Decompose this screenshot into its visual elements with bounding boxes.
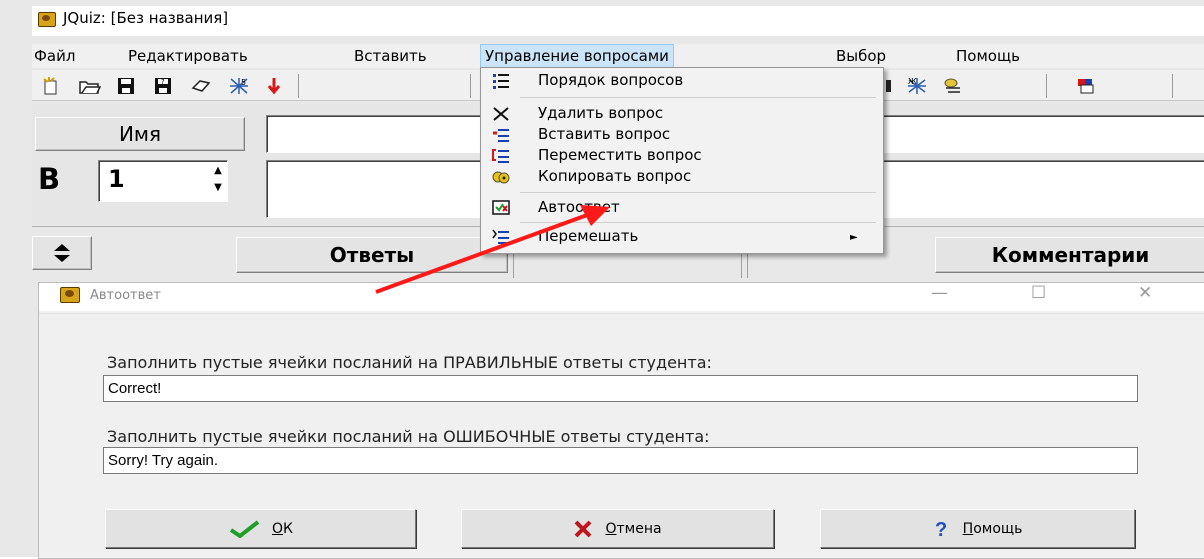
cancel-button[interactable]: Отмена	[461, 509, 774, 548]
help-label: омощь	[973, 520, 1023, 537]
minimize-icon[interactable]: —	[931, 283, 948, 303]
checkmark-icon	[229, 519, 260, 538]
dialog-title: Автоответ	[90, 288, 161, 303]
wrong-answers-input[interactable]	[104, 448, 1137, 473]
menu-item-label: Переместить вопрос	[538, 146, 702, 164]
colors-icon[interactable]	[1076, 76, 1096, 96]
insert-question-icon	[492, 126, 510, 144]
svg-text:?: ?	[935, 519, 947, 539]
red-down-arrow-icon[interactable]	[264, 76, 284, 96]
save-as-icon[interactable]: ?	[153, 76, 173, 96]
menu-item-label: Удалить вопрос	[538, 104, 664, 122]
svg-text:?: ?	[161, 78, 165, 86]
menu-separator	[520, 192, 876, 193]
key-web-icon[interactable]	[942, 76, 962, 96]
dialog-title-bar	[39, 283, 1204, 311]
help-accel: П	[962, 520, 974, 537]
web-export-icon[interactable]: 5	[228, 76, 248, 96]
menu-separator	[520, 222, 876, 223]
menu-item-copy-question[interactable]: Копировать вопрос	[482, 166, 880, 188]
menu-item-label: Перемешать	[538, 227, 639, 245]
cancel-x-icon	[575, 520, 592, 537]
list-order-icon	[492, 72, 510, 90]
wrong-answers-label: Заполнить пустые ячейки посланий на ОШИБ…	[107, 427, 710, 446]
question-number: 1	[108, 165, 125, 193]
eraser-icon[interactable]	[190, 76, 211, 96]
toolbar-separator	[470, 74, 471, 98]
up-down-arrows-icon	[54, 244, 70, 262]
menu-item-label: Вставить вопрос	[538, 125, 671, 143]
maximize-icon[interactable]: ☐	[1031, 283, 1046, 303]
close-icon[interactable]: ✕	[1138, 283, 1152, 303]
save-icon[interactable]	[116, 76, 136, 96]
dialog-divider	[39, 313, 1204, 314]
menu-item-insert-question[interactable]: Вставить вопрос	[482, 124, 880, 146]
menu-edit[interactable]: Редактировать	[124, 45, 252, 67]
cancel-label: тмена	[616, 520, 662, 537]
delete-x-icon	[492, 105, 510, 123]
shuffle-icon	[492, 228, 510, 246]
ok-button[interactable]: ОК	[105, 509, 416, 548]
svg-text:Ж: Ж	[908, 77, 917, 86]
menu-separator	[520, 97, 876, 98]
comments-button[interactable]: Комментарии	[935, 237, 1204, 273]
question-label: В	[38, 162, 61, 196]
toolbar-separator	[1172, 74, 1173, 98]
toolbar-separator	[1046, 74, 1047, 98]
wrong-answers-field[interactable]	[103, 447, 1138, 474]
new-file-icon[interactable]	[41, 76, 61, 96]
menu-insert[interactable]: Вставить	[350, 45, 431, 67]
dialog-app-icon	[60, 287, 80, 303]
window-title: JQuiz: [Без названия]	[63, 9, 229, 27]
menu-question-management[interactable]: Управление вопросами	[480, 44, 674, 68]
menu-item-label: Порядок вопросов	[538, 71, 684, 89]
help-question-icon: ?	[935, 519, 947, 539]
help-button[interactable]: ? Помощь	[820, 509, 1135, 548]
name-label-button[interactable]: Имя	[35, 117, 245, 151]
correct-answers-field[interactable]	[103, 375, 1138, 402]
open-folder-icon[interactable]	[79, 76, 102, 96]
menu-help[interactable]: Помощь	[952, 45, 1024, 67]
web-page-icon[interactable]: Ж	[906, 76, 926, 96]
menu-item-shuffle[interactable]: Перемешать	[482, 226, 880, 248]
spin-down-icon[interactable]: ▼	[212, 180, 224, 196]
correct-answers-input[interactable]	[104, 376, 1137, 401]
toolbar-separator	[298, 74, 299, 98]
copy-question-icon	[492, 168, 510, 186]
menu-select[interactable]: Выбор	[832, 45, 890, 67]
submenu-arrow-icon: ►	[850, 232, 858, 243]
ok-label: К	[283, 520, 293, 537]
svg-text:5: 5	[241, 78, 246, 87]
spin-up-icon[interactable]: ▲	[212, 163, 224, 179]
app-icon	[38, 12, 56, 27]
correct-answers-label: Заполнить пустые ячейки посланий на ПРАВ…	[107, 353, 712, 372]
menu-item-delete-question[interactable]: Удалить вопрос	[482, 103, 880, 125]
ok-accel: О	[272, 520, 284, 537]
move-question-icon	[492, 147, 510, 165]
answers-button[interactable]: Ответы	[236, 237, 508, 273]
toggle-view-button[interactable]	[32, 236, 92, 270]
menu-file[interactable]: Файл	[30, 45, 79, 67]
menu-item-autoanswer[interactable]: Автоответ	[482, 197, 880, 219]
menu-item-label: Автоответ	[538, 198, 620, 216]
cancel-accel: О	[605, 520, 617, 537]
menu-item-question-order[interactable]: Порядок вопросов	[482, 70, 880, 92]
menu-item-move-question[interactable]: Переместить вопрос	[482, 145, 880, 167]
autoanswer-icon	[492, 199, 510, 217]
menu-item-label: Копировать вопрос	[538, 167, 692, 185]
